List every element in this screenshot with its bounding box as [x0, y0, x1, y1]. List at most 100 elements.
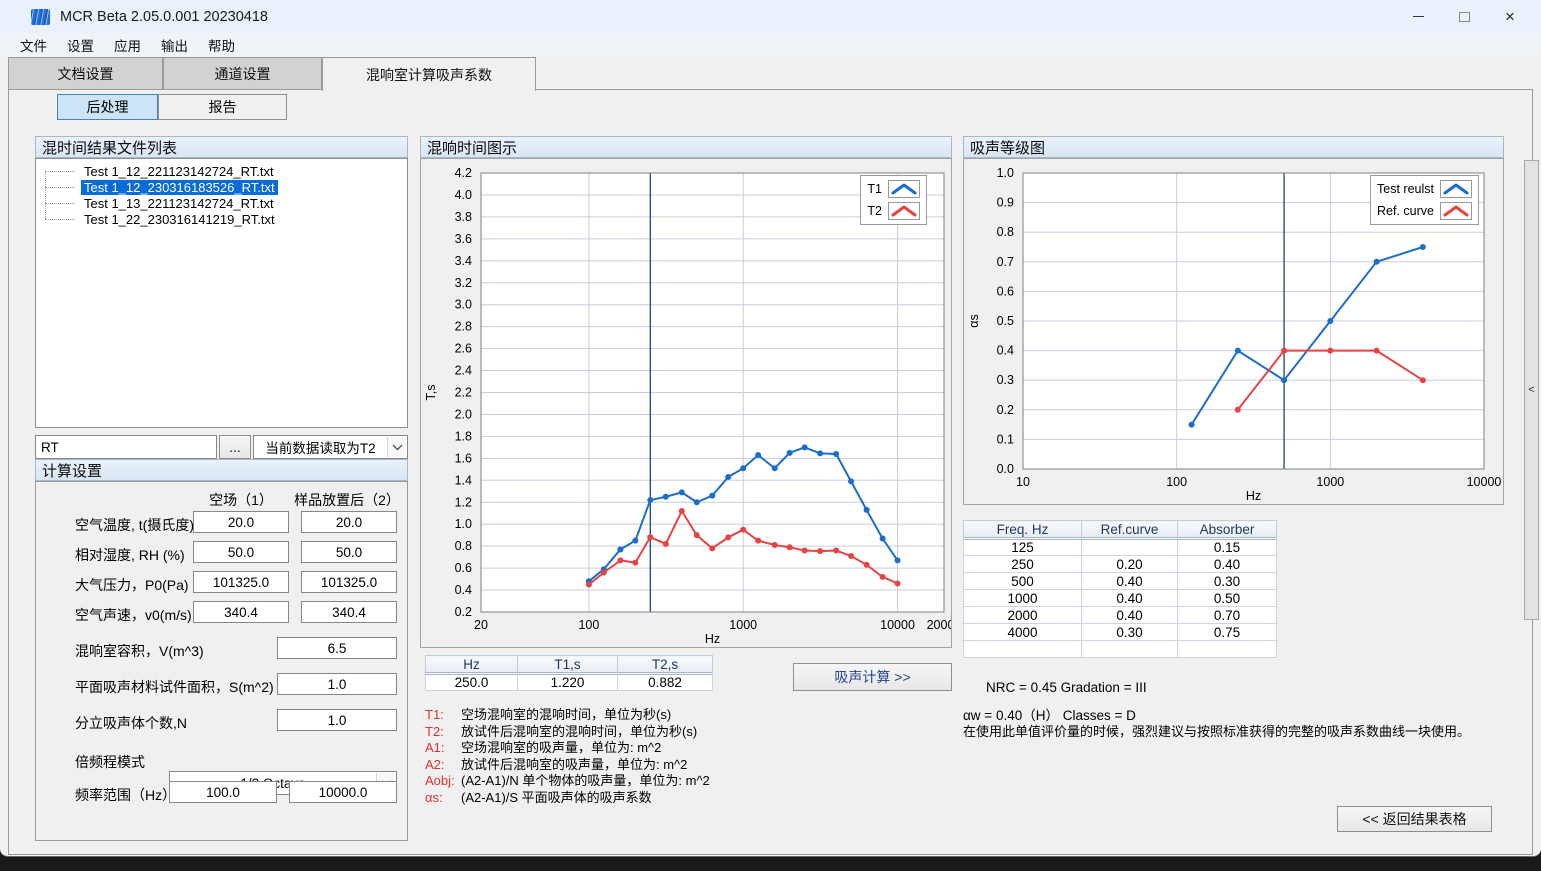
svg-text:Hz: Hz [1246, 489, 1261, 503]
absorber-count-label: 分立吸声体个数,N [75, 713, 187, 733]
svg-text:1.4: 1.4 [455, 473, 472, 487]
grade-chart-panel-header: 吸声等级图 [963, 136, 1504, 158]
svg-text:αs: αs [967, 314, 981, 327]
svg-text:0.8: 0.8 [997, 225, 1014, 239]
chart-legend: Test reulstRef. curve [1370, 175, 1479, 225]
file-list-item[interactable]: Test 1_13_221123142724_RT.txt [36, 195, 407, 211]
svg-text:0.4: 0.4 [455, 583, 472, 597]
legend-curve-icon [1440, 180, 1472, 198]
freq-range-min-field[interactable] [169, 781, 277, 803]
pressure-field-2[interactable] [301, 571, 397, 593]
menu-item-help[interactable]: 帮助 [198, 33, 245, 57]
minimize-button[interactable] [1395, 0, 1441, 33]
subtab-report[interactable]: 报告 [158, 94, 287, 120]
chevron-down-icon [387, 437, 406, 457]
column-header: Hz [426, 656, 518, 674]
absorber-count-field[interactable] [277, 709, 397, 731]
sample-area-field[interactable] [277, 673, 397, 695]
octave-mode-label: 倍频程模式 [75, 752, 145, 772]
svg-text:20000: 20000 [927, 618, 951, 632]
air-temp-field-1[interactable] [193, 511, 289, 533]
absorption-grade-chart[interactable]: 0.00.10.20.30.40.50.60.70.80.91.01010010… [963, 158, 1504, 505]
menu-item-apply[interactable]: 应用 [104, 33, 151, 57]
minimize-icon [1413, 16, 1424, 17]
tab-reverb-absorption[interactable]: 混响室计算吸声系数 [322, 57, 536, 91]
table-row[interactable]: 5000.400.30 [964, 573, 1277, 590]
definition-line: T1:空场混响室的混响时间，单位为秒(s) [425, 707, 710, 724]
svg-text:0.6: 0.6 [997, 284, 1014, 298]
legend-curve-icon [1440, 202, 1472, 220]
table-cell: 4000 [964, 624, 1082, 641]
app-logo-icon [31, 9, 50, 25]
air-temp-label: 空气温度, t(摄氏度) [75, 515, 194, 535]
sound-speed-field-1[interactable] [193, 601, 289, 623]
svg-text:2.6: 2.6 [455, 342, 472, 356]
definition-line: αs:(A2-A1)/S 平面吸声体的吸声系数 [425, 790, 710, 807]
legend-curve-icon [888, 202, 920, 220]
pressure-field-1[interactable] [193, 571, 289, 593]
legend-curve-icon [888, 180, 920, 198]
chart-canvas[interactable]: 0.20.40.60.81.01.21.41.61.82.02.22.42.62… [421, 159, 951, 647]
svg-text:0.2: 0.2 [455, 605, 472, 619]
column-header: Ref.curve [1082, 521, 1178, 539]
svg-text:1000: 1000 [1316, 475, 1344, 489]
svg-text:0.1: 0.1 [997, 432, 1014, 446]
menu-item-output[interactable]: 输出 [151, 33, 198, 57]
svg-text:20: 20 [474, 618, 488, 632]
file-list-item[interactable]: Test 1_22_230316141219_RT.txt [36, 211, 407, 227]
table-cell: 0.882 [618, 674, 713, 691]
table-row[interactable]: 10000.400.50 [964, 590, 1277, 607]
nrc-result: NRC = 0.45 Gradation = III [986, 680, 1147, 695]
data-read-as-select[interactable]: 当前数据读取为T2 [253, 435, 408, 459]
table-cell [1082, 641, 1178, 658]
menu-bar: 文件 设置 应用 输出 帮助 [0, 33, 1541, 57]
rt-name-input[interactable] [35, 435, 217, 459]
file-list-item-selected[interactable]: Test 1_12_230316183526_RT.txt [36, 179, 407, 195]
tab-document-settings[interactable]: 文档设置 [8, 57, 163, 90]
close-button[interactable]: × [1487, 0, 1533, 33]
freq-range-label: 频率范围（Hz） [75, 785, 176, 805]
humidity-field-1[interactable] [193, 541, 289, 563]
table-cell: 0.50 [1178, 590, 1277, 607]
menu-item-settings[interactable]: 设置 [57, 33, 104, 57]
table-row[interactable]: 2500.200.40 [964, 556, 1277, 573]
svg-text:1.6: 1.6 [455, 451, 472, 465]
svg-text:2.2: 2.2 [455, 386, 472, 400]
freq-range-max-field[interactable] [289, 781, 397, 803]
table-row[interactable]: 40000.300.75 [964, 624, 1277, 641]
table-row[interactable] [964, 641, 1277, 658]
menu-item-file[interactable]: 文件 [10, 33, 57, 57]
svg-text:4.2: 4.2 [455, 166, 472, 180]
svg-text:3.4: 3.4 [455, 254, 472, 268]
file-list[interactable]: Test 1_12_221123142724_RT.txt Test 1_12_… [35, 158, 408, 428]
file-list-item[interactable]: Test 1_12_221123142724_RT.txt [36, 163, 407, 179]
subtab-postprocess[interactable]: 后处理 [57, 94, 158, 120]
table-cell: 1000 [964, 590, 1082, 607]
table-row[interactable]: 20000.400.70 [964, 607, 1277, 624]
browse-button[interactable]: ... [219, 435, 251, 459]
svg-text:10000: 10000 [1467, 475, 1502, 489]
rt-chart[interactable]: 0.20.40.60.81.01.21.41.61.82.02.22.42.62… [420, 158, 952, 648]
humidity-field-2[interactable] [301, 541, 397, 563]
column-header: T1,s [518, 656, 618, 674]
app-window: MCR Beta 2.05.0.001 20230418 × 文件 设置 应用 … [0, 0, 1541, 857]
svg-text:T,s: T,s [424, 385, 438, 401]
collapse-left-icon: < [1528, 384, 1534, 396]
legend-label: Ref. curve [1377, 204, 1434, 218]
tab-channel-settings[interactable]: 通道设置 [163, 57, 322, 90]
svg-text:0.8: 0.8 [455, 539, 472, 553]
back-to-results-button[interactable]: << 返回结果表格 [1337, 806, 1492, 832]
absorption-calc-button[interactable]: 吸声计算 >> [793, 663, 952, 691]
svg-text:Hz: Hz [705, 632, 720, 646]
chart-legend: T1T2 [860, 175, 927, 225]
svg-text:0.7: 0.7 [997, 255, 1014, 269]
table-row[interactable]: 1250.15 [964, 539, 1277, 556]
table-cell: 0.40 [1082, 607, 1178, 624]
table-cell: 0.30 [1178, 573, 1277, 590]
maximize-button[interactable] [1441, 0, 1487, 33]
air-temp-field-2[interactable] [301, 511, 397, 533]
sound-speed-field-2[interactable] [301, 601, 397, 623]
room-volume-field[interactable] [277, 637, 397, 659]
table-row[interactable]: 250.01.2200.882 [426, 674, 713, 691]
collapse-panel-handle[interactable]: < [1524, 160, 1539, 620]
